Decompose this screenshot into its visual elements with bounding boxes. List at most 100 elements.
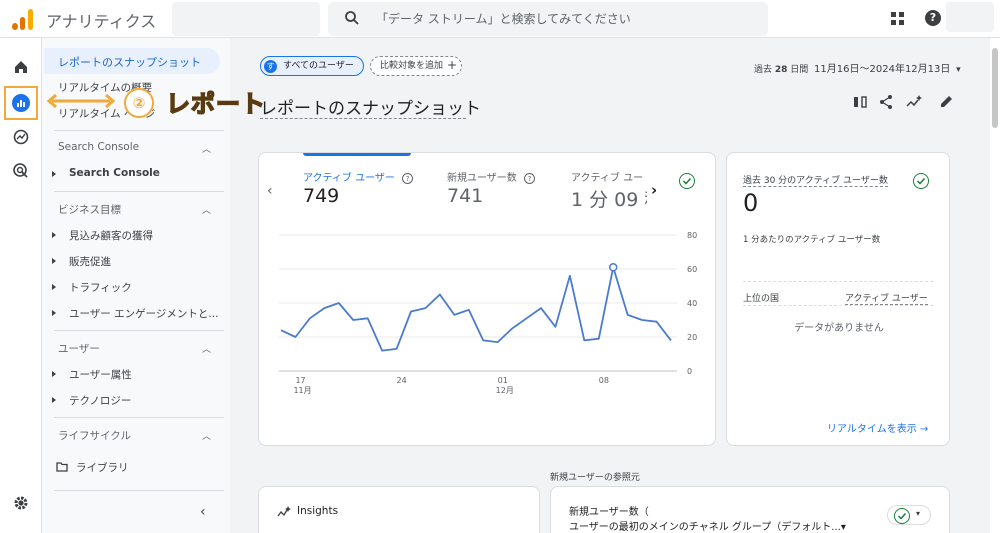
account-selector[interactable] xyxy=(172,2,320,36)
divider xyxy=(54,490,224,491)
view-realtime-link[interactable]: リアルタイムを表示 → xyxy=(827,420,928,435)
metrics-chart-card: ‹ アクティブ ユーザー ? 749 新規ユーザー数 ? 741 アクティブ ユ… xyxy=(258,152,716,446)
annotation-double-arrow-icon xyxy=(46,94,116,108)
folder-icon xyxy=(56,462,68,472)
sidebar-item-traffic[interactable]: トラフィック xyxy=(69,280,132,295)
date-unit: 日間 xyxy=(790,65,809,75)
avatar[interactable] xyxy=(946,2,994,32)
x-tick-label: 08 xyxy=(599,376,609,385)
chip-label: 比較対象を追加 xyxy=(380,61,444,71)
y-tick-label: 20 xyxy=(687,333,697,342)
annotation-step-number: ② xyxy=(124,88,154,118)
app-title: アナリティクス xyxy=(46,12,157,31)
section-user[interactable]: ユーザー xyxy=(58,341,100,356)
insights-card[interactable]: Insights xyxy=(258,486,540,533)
compare-columns-icon[interactable] xyxy=(852,94,868,110)
divider xyxy=(54,191,224,192)
reports-nav-button[interactable] xyxy=(4,86,38,120)
annotation-label: レポート xyxy=(165,89,266,119)
referral-title-line1[interactable]: 新規ユーザー数（ xyxy=(569,503,649,518)
sidebar-item-technology[interactable]: テクノロジー xyxy=(69,393,131,408)
realtime-per-minute-label: 1 分あたりのアクティブ ユーザー数 xyxy=(743,235,881,245)
all-users-chip[interactable]: す すべてのユーザー xyxy=(260,56,364,76)
sidebar-item-demographics[interactable]: ユーザー属性 xyxy=(69,367,132,382)
divider xyxy=(54,330,224,331)
realtime-value: 0 xyxy=(743,189,759,217)
settings-gear-icon[interactable] xyxy=(12,494,30,512)
next-metric-button[interactable]: › xyxy=(651,181,657,199)
metric-value-engagement-time: 1 分 09 秒 xyxy=(571,189,647,211)
advertising-icon[interactable] xyxy=(12,162,30,180)
section-search-console[interactable]: Search Console xyxy=(58,141,139,153)
metric-tab-new-users[interactable]: 新規ユーザー数 ? xyxy=(447,169,535,184)
edit-pencil-icon[interactable] xyxy=(938,94,954,110)
x-tick-sublabel: 11月 xyxy=(293,386,311,395)
main-content: す すべてのユーザー 比較対象を追加 + 過去 28 日間 11月16日～202… xyxy=(230,38,990,533)
expand-triangle-icon xyxy=(52,310,56,316)
analytics-logo-icon[interactable] xyxy=(12,8,34,30)
divider xyxy=(743,281,933,282)
check-circle-icon[interactable] xyxy=(913,173,929,189)
check-circle-icon[interactable] xyxy=(679,173,695,189)
no-data-text: データがありません xyxy=(794,323,884,334)
active-tab-indicator xyxy=(303,153,411,156)
metric-value-active-users: 749 xyxy=(303,185,340,207)
highlight-point[interactable] xyxy=(608,263,618,272)
x-tick-label: 01 xyxy=(498,376,508,385)
check-circle-icon xyxy=(894,508,910,524)
chevron-up-icon[interactable]: ︿ xyxy=(202,203,211,216)
plus-icon: + xyxy=(447,58,458,72)
insights-sparkle-icon[interactable] xyxy=(906,94,922,110)
sidebar-item-library[interactable]: ライブラリ xyxy=(76,460,129,475)
date-range-text: 11月16日～2024年12月13日 xyxy=(814,64,951,75)
divider xyxy=(743,305,933,306)
explore-icon[interactable] xyxy=(12,128,30,146)
search-placeholder: 「データ ストリーム」と検索してみてください xyxy=(376,12,631,26)
page-scrollbar[interactable] xyxy=(992,48,998,128)
sidebar-item-search-console[interactable]: Search Console xyxy=(69,167,160,179)
metric-value-new-users: 741 xyxy=(447,185,484,207)
page-title: レポートのスナップショット xyxy=(260,99,481,119)
home-icon[interactable] xyxy=(12,58,30,76)
sidebar-item-snapshot[interactable]: レポートのスナップショット xyxy=(44,48,220,74)
reports-icon xyxy=(12,94,30,112)
sidebar-item-engagement[interactable]: ユーザー エンゲージメントと... xyxy=(69,306,218,321)
expand-triangle-icon xyxy=(52,371,56,377)
segment-letter-icon: す xyxy=(264,60,277,73)
insights-label: Insights xyxy=(297,505,339,517)
sidebar-item-leads[interactable]: 見込み顧客の獲得 xyxy=(69,228,153,243)
metric-label: 新規ユーザー数 xyxy=(447,173,517,184)
y-tick-label: 80 xyxy=(687,231,697,240)
chevron-up-icon[interactable]: ︿ xyxy=(202,429,211,442)
help-icon[interactable]: ? xyxy=(925,10,941,26)
referral-dimension-dropdown[interactable]: ユーザーの最初のメインのチャネル グループ（デフォルト...▾ xyxy=(569,518,846,533)
metric-tab-active-users[interactable]: アクティブ ユーザー ? xyxy=(303,169,414,184)
line-chart[interactable]: 0 20 40 60 80 1711月 24 0112月 08 xyxy=(259,221,717,401)
referral-compare-chip[interactable]: ▾ xyxy=(887,505,931,525)
help-circle-icon[interactable]: ? xyxy=(524,173,535,184)
apps-grid-icon[interactable] xyxy=(891,12,905,26)
date-prefix: 過去 xyxy=(754,65,773,75)
column-active-users: アクティブ ユーザー xyxy=(845,291,928,305)
sidebar-item-sales[interactable]: 販売促進 xyxy=(69,254,111,269)
date-days: 28 xyxy=(774,65,788,75)
x-tick-label: 24 xyxy=(397,376,407,385)
help-circle-icon[interactable]: ? xyxy=(402,173,414,184)
section-lifecycle[interactable]: ライフサイクル xyxy=(58,428,131,443)
series-line-active-users xyxy=(280,266,672,352)
share-icon[interactable] xyxy=(878,94,894,110)
chevron-up-icon[interactable]: ︿ xyxy=(202,342,211,355)
prev-metric-button[interactable]: ‹ xyxy=(267,183,273,199)
expand-triangle-icon xyxy=(52,284,56,290)
y-tick-label: 60 xyxy=(687,265,697,274)
divider xyxy=(54,130,224,131)
add-comparison-chip[interactable]: 比較対象を追加 + xyxy=(370,56,462,76)
collapse-sidebar-button[interactable]: ‹ xyxy=(200,504,206,520)
chip-label: すべてのユーザー xyxy=(283,61,354,71)
caret-down-icon: ▾ xyxy=(956,65,961,75)
metric-tab-engagement-time[interactable]: アクティブ ユー 1 分 09 秒 xyxy=(571,163,647,215)
chevron-up-icon[interactable]: ︿ xyxy=(202,142,211,155)
section-business-goals[interactable]: ビジネス目標 xyxy=(58,202,121,217)
date-range-selector[interactable]: 過去 28 日間 11月16日～2024年12月13日 ▾ xyxy=(754,60,961,75)
column-top-country: 上位の国 xyxy=(743,294,780,304)
